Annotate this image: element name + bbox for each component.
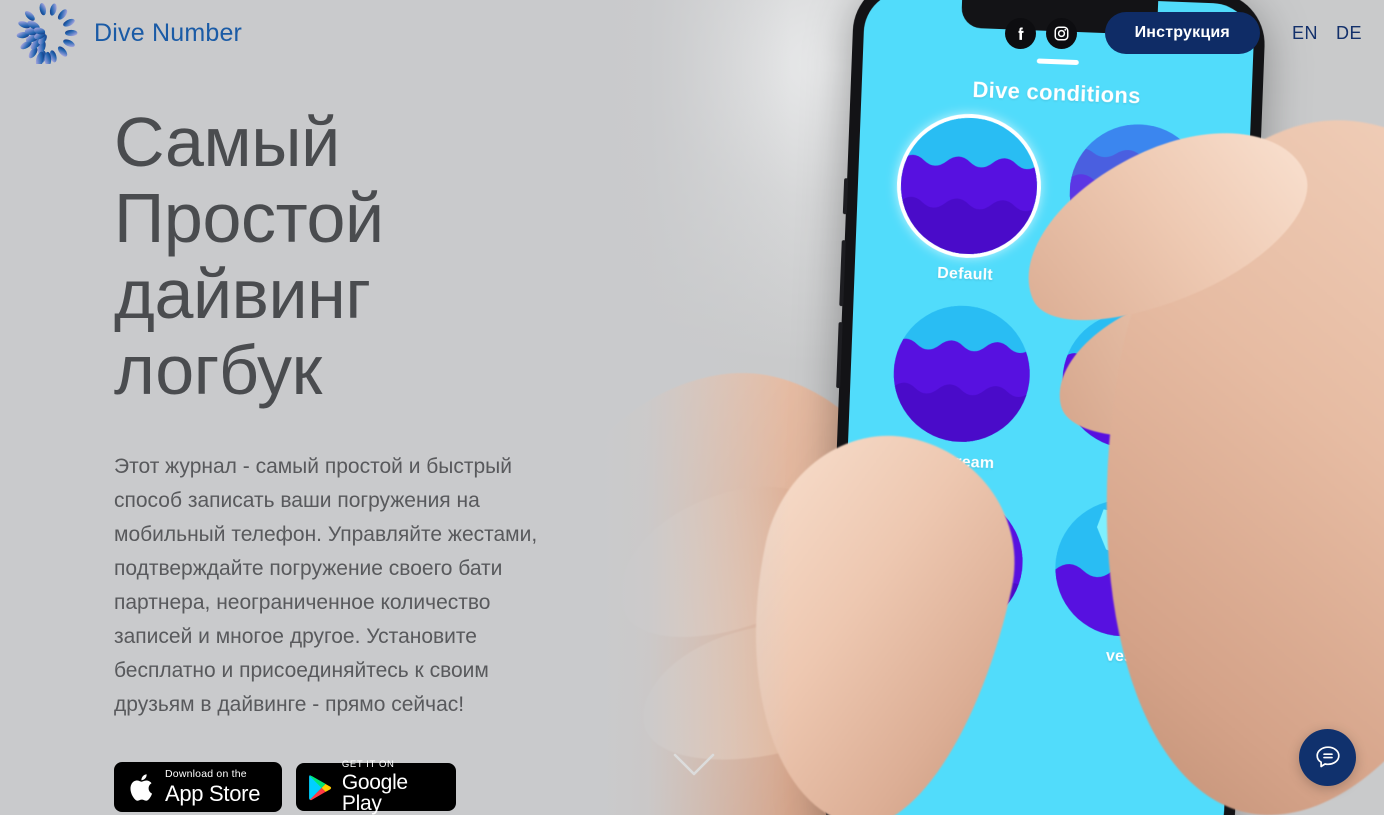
brand-logo-link[interactable]: Dive Number [16, 2, 242, 64]
chat-button[interactable] [1299, 729, 1356, 786]
facebook-icon [1018, 27, 1024, 40]
social-links [1004, 17, 1077, 49]
app-store-big-label: App Store [165, 780, 261, 806]
app-store-text: Download on the App Store [165, 769, 260, 805]
instruction-button[interactable]: Инструкция [1104, 12, 1260, 54]
site-header: Dive Number Инструкция EN DE [0, 0, 1384, 66]
chat-bubble-icon [1315, 745, 1340, 767]
google-play-icon [309, 774, 332, 800]
language-de[interactable]: DE [1336, 23, 1362, 44]
laurel-wreath-logo-icon [16, 3, 78, 64]
google-play-badge[interactable]: GET IT ON Google Play [296, 760, 456, 814]
facebook-link[interactable] [1004, 17, 1036, 49]
hero-section: Самый Простой дайвинг логбук Этот журнал… [114, 103, 584, 814]
google-play-small-label: GET IT ON [341, 758, 395, 770]
instagram-link[interactable] [1045, 17, 1077, 49]
scroll-down-button[interactable] [672, 752, 716, 783]
instagram-icon [1054, 26, 1069, 40]
google-play-big-label: Google Play [341, 771, 408, 815]
google-play-text: GET IT ON Google Play [342, 760, 444, 815]
landing-page: Dive Number Инструкция EN DE Самый Прост… [0, 0, 1384, 815]
page-title: Самый Простой дайвинг логбук [114, 103, 384, 409]
app-store-badge[interactable]: Download on the App Store [114, 762, 282, 812]
language-en[interactable]: EN [1292, 23, 1318, 44]
language-switcher: EN DE [1292, 23, 1362, 44]
hero-description: Этот журнал - самый простой и быстрый сп… [114, 455, 538, 716]
chevron-down-icon [673, 753, 715, 776]
store-badges: Download on the App Store GET IT ON Goog… [114, 760, 584, 814]
brand-name: Dive Number [94, 18, 243, 47]
app-store-small-label: Download on the [165, 768, 247, 781]
apple-icon [130, 773, 152, 801]
